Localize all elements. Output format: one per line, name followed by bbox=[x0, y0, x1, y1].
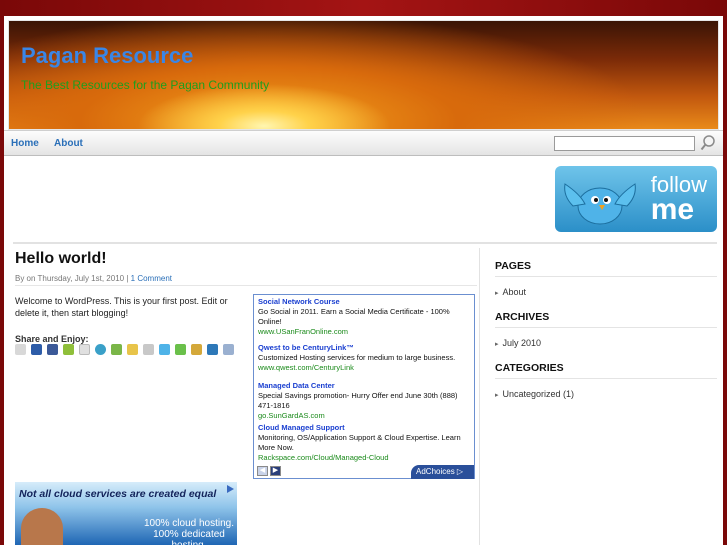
ad-next-button[interactable]: ▶ bbox=[270, 466, 281, 476]
delicious-icon[interactable] bbox=[111, 344, 122, 355]
search-icon bbox=[700, 135, 715, 151]
ad-prev-button[interactable]: ◀ bbox=[257, 466, 268, 476]
sidebar-item-label: July 2010 bbox=[502, 338, 542, 348]
ad-title[interactable]: Cloud Managed Support bbox=[258, 423, 470, 433]
me-text: me bbox=[650, 193, 695, 226]
chevron-right-icon: ▶ bbox=[272, 467, 279, 474]
cloud-ad-subtext: 100% cloud hosting. 100% dedicated hosti… bbox=[143, 518, 235, 545]
digg-icon[interactable] bbox=[31, 344, 42, 355]
ad-text: Special Savings promotion- Hurry Offer e… bbox=[258, 391, 458, 410]
widget-divider bbox=[495, 378, 717, 379]
bullet-arrow-icon: ▸ bbox=[495, 290, 499, 297]
ad-item[interactable]: Managed Data Center Special Savings prom… bbox=[258, 381, 470, 421]
blinklist-icon[interactable] bbox=[191, 344, 202, 355]
stumbleupon-icon[interactable] bbox=[95, 344, 106, 355]
ad-item[interactable]: Cloud Managed Support Monitoring, OS/App… bbox=[258, 423, 470, 463]
twitter-icon[interactable] bbox=[159, 344, 170, 355]
cloud-hosting-ad[interactable]: Not all cloud services are created equal… bbox=[15, 482, 237, 545]
ad-item[interactable]: Social Network Course Go Social in 2011.… bbox=[258, 297, 470, 337]
follow-me-badge[interactable]: follow me bbox=[555, 166, 717, 232]
follow-me-text: follow me bbox=[650, 174, 707, 226]
print-icon[interactable] bbox=[15, 344, 26, 355]
ad-title[interactable]: Qwest to be CenturyLink™ bbox=[258, 343, 470, 353]
post-title[interactable]: Hello world! bbox=[15, 250, 107, 268]
linkedin-icon[interactable] bbox=[207, 344, 218, 355]
sidebar-item-about[interactable]: ▸ About bbox=[495, 287, 526, 297]
sphinn-icon[interactable] bbox=[127, 344, 138, 355]
pages-widget-title: PAGES bbox=[495, 260, 531, 272]
ad-url[interactable]: www.qwest.com/CenturyLink bbox=[258, 363, 470, 373]
widget-divider bbox=[495, 327, 717, 328]
categories-widget-title: CATEGORIES bbox=[495, 362, 564, 374]
ad-title[interactable]: Managed Data Center bbox=[258, 381, 470, 391]
bullet-arrow-icon: ▸ bbox=[495, 392, 499, 399]
chevron-left-icon: ◀ bbox=[259, 467, 266, 474]
archives-widget-title: ARCHIVES bbox=[495, 311, 550, 323]
sidebar-item-july-2010[interactable]: ▸ July 2010 bbox=[495, 338, 541, 348]
sidebar-item-label: Uncategorized (1) bbox=[502, 389, 575, 399]
nav-home[interactable]: Home bbox=[11, 138, 39, 149]
bullet-arrow-icon: ▸ bbox=[495, 341, 499, 348]
share-title: Share and Enjoy: bbox=[15, 334, 89, 344]
ad-box: Social Network Course Go Social in 2011.… bbox=[253, 294, 475, 479]
bookmark-icon[interactable] bbox=[143, 344, 154, 355]
ad-text: Customized Hosting services for medium t… bbox=[258, 353, 456, 362]
navbar: Home About bbox=[4, 130, 723, 156]
sidebar-separator bbox=[479, 248, 480, 545]
post-separator bbox=[15, 285, 477, 286]
ad-item[interactable]: Qwest to be CenturyLink™ Customized Host… bbox=[258, 343, 470, 373]
twitter-bird-icon bbox=[564, 183, 636, 225]
adchoices-link[interactable]: AdChoices ▷ bbox=[411, 465, 474, 479]
content-divider bbox=[13, 242, 717, 244]
ad-title[interactable]: Social Network Course bbox=[258, 297, 470, 307]
ad-info-icon[interactable] bbox=[225, 484, 235, 494]
post-body: Welcome to WordPress. This is your first… bbox=[15, 296, 228, 318]
technorati-icon[interactable] bbox=[175, 344, 186, 355]
sidebar-item-uncategorized[interactable]: ▸ Uncategorized (1) bbox=[495, 389, 574, 399]
facebook-icon[interactable] bbox=[47, 344, 58, 355]
sidebar-item-label: About bbox=[502, 287, 527, 297]
header-banner: Pagan Resource The Best Resources for th… bbox=[8, 20, 719, 130]
comments-link[interactable]: 1 Comment bbox=[131, 274, 172, 283]
post-meta: By on Thursday, July 1st, 2010 | 1 Comme… bbox=[15, 274, 172, 283]
site-tagline: The Best Resources for the Pagan Communi… bbox=[21, 78, 270, 92]
post-meta-prefix: By on Thursday, July 1st, 2010 | bbox=[15, 274, 129, 283]
nav-about[interactable]: About bbox=[54, 138, 83, 149]
site-title[interactable]: Pagan Resource bbox=[21, 43, 193, 69]
widget-divider bbox=[495, 276, 717, 277]
ad-url[interactable]: go.SunGardAS.com bbox=[258, 411, 470, 421]
ad-text: Monitoring, OS/Application Support & Clo… bbox=[258, 433, 461, 452]
email-icon[interactable] bbox=[223, 344, 234, 355]
search-input[interactable] bbox=[554, 136, 695, 151]
ad-url[interactable]: Rackspace.com/Cloud/Managed-Cloud bbox=[258, 453, 470, 463]
mixx-icon[interactable] bbox=[63, 344, 74, 355]
ad-text: Go Social in 2011. Earn a Social Media C… bbox=[258, 307, 450, 326]
ad-url[interactable]: www.USanFranOnline.com bbox=[258, 327, 470, 337]
cloud-ad-headline: Not all cloud services are created equal bbox=[19, 488, 217, 500]
search-button[interactable] bbox=[700, 134, 716, 152]
person-image bbox=[21, 508, 63, 545]
page: Pagan Resource The Best Resources for th… bbox=[4, 16, 723, 545]
google-icon[interactable] bbox=[79, 344, 90, 355]
